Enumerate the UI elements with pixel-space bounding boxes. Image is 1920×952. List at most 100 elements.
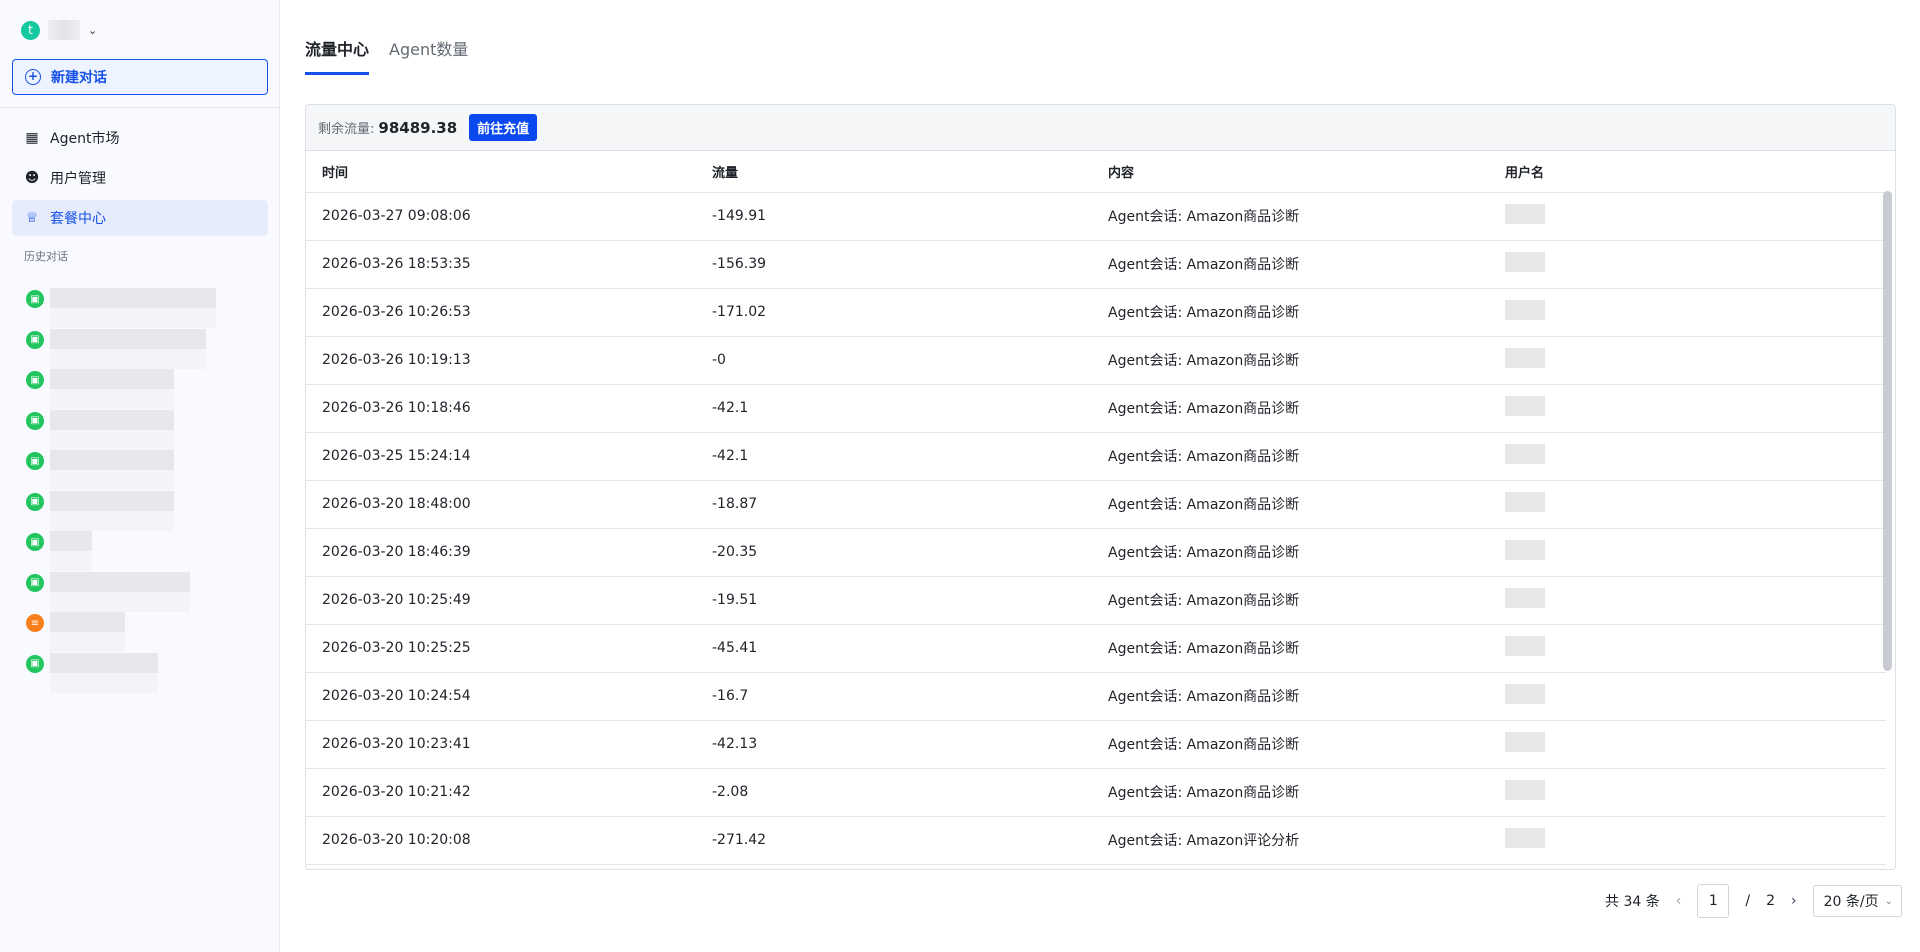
username-redacted	[1505, 396, 1545, 416]
cell-traffic: -42.1	[696, 384, 1092, 433]
cell-traffic: -16.7	[696, 672, 1092, 721]
history-item[interactable]: ▣	[26, 450, 174, 490]
history-title-redacted	[50, 409, 174, 450]
traffic-table: 时间 流量 内容 用户名 2026-03-27 09:08:06 -149.91 A…	[306, 151, 1886, 865]
username-redacted	[1505, 588, 1545, 608]
agent-box-icon: ▣	[26, 411, 44, 430]
history-item[interactable]: ▣	[26, 369, 174, 409]
avatar: t	[21, 20, 40, 40]
cell-username	[1489, 672, 1886, 721]
cell-time: 2026-03-20 10:21:42	[306, 768, 696, 817]
table-row: 2026-03-20 10:25:25 -45.41 Agent会话: Amazon…	[306, 624, 1886, 673]
new-chat-label: 新建对话	[51, 70, 107, 86]
column-header-content: 内容	[1092, 151, 1489, 193]
prev-page-button[interactable]: ‹	[1676, 893, 1682, 909]
cell-traffic: -18.87	[696, 480, 1092, 529]
table-row: 2026-03-25 15:24:14 -42.1 Agent会话: Amazon商…	[306, 432, 1886, 481]
page-size-select[interactable]: 20 条/页 ⌄	[1812, 885, 1902, 917]
cell-content: Agent会话: Amazon商品诊断	[1092, 288, 1489, 337]
sidebar-item-agent-market[interactable]: ▦ Agent市场	[12, 120, 268, 156]
cell-content: Agent会话: Amazon商品诊断	[1092, 432, 1489, 481]
history-item[interactable]: ▣	[26, 571, 190, 612]
table-row: 2026-03-26 18:53:35 -156.39 Agent会话: Amazo…	[306, 240, 1886, 289]
history-item[interactable]: ▣	[26, 288, 216, 328]
history-item[interactable]: ≡	[26, 612, 125, 652]
table-row: 2026-03-26 10:18:46 -42.1 Agent会话: Amazon商…	[306, 384, 1886, 433]
table-row: 2026-03-26 10:26:53 -171.02 Agent会话: Amazo…	[306, 288, 1886, 337]
agent-box-icon: ▣	[26, 330, 44, 349]
history-item[interactable]: ▣	[26, 328, 206, 369]
cell-time: 2026-03-20 10:23:41	[306, 720, 696, 769]
username-redacted	[1505, 828, 1545, 848]
tab-traffic-center[interactable]: 流量中心	[305, 36, 370, 75]
cell-username	[1489, 240, 1886, 289]
current-page-input[interactable]: 1	[1697, 884, 1730, 918]
cell-username	[1489, 384, 1886, 433]
cell-content: Agent会话: Amazon商品诊断	[1092, 528, 1489, 577]
history-item[interactable]: ▣	[26, 409, 174, 450]
cell-traffic: -45.41	[696, 624, 1092, 673]
table-row: 2026-03-20 10:24:54 -16.7 Agent会话: Amazon商…	[306, 672, 1886, 721]
cell-time: 2026-03-26 18:53:35	[306, 240, 696, 289]
history-title-redacted	[50, 288, 216, 328]
history-item[interactable]: ▣	[26, 531, 92, 571]
agent-box-icon: ▣	[26, 492, 44, 511]
sidebar-item-label: Agent市场	[50, 131, 120, 147]
username-redacted	[1505, 204, 1545, 224]
next-page-button[interactable]: ›	[1791, 893, 1797, 909]
tab-agent-count[interactable]: Agent数量	[389, 36, 468, 75]
cell-username	[1489, 432, 1886, 481]
sidebar-item-user-management[interactable]: ☻ 用户管理	[12, 160, 268, 196]
cell-traffic: -156.39	[696, 240, 1092, 289]
agent-box-icon: ▣	[26, 371, 44, 389]
history-item[interactable]: ▣	[26, 490, 174, 531]
total-count: 共 34 条	[1605, 894, 1660, 910]
table-row: 2026-03-20 10:21:42 -2.08 Agent会话: Amazon商…	[306, 768, 1886, 817]
recharge-button[interactable]: 前往充值	[469, 114, 538, 141]
user-switcher[interactable]: t ⌄	[21, 20, 97, 40]
cell-time: 2026-03-20 10:24:54	[306, 672, 696, 721]
history-title-redacted	[50, 612, 125, 652]
cell-time: 2026-03-20 10:25:49	[306, 576, 696, 625]
balance-label: 剩余流量:	[318, 122, 375, 137]
cell-time: 2026-03-25 15:24:14	[306, 432, 696, 481]
table-row: 2026-03-20 10:23:41 -42.13 Agent会话: Amazon…	[306, 720, 1886, 769]
cell-time: 2026-03-20 10:25:25	[306, 624, 696, 673]
balance-value: 98489.38	[378, 118, 458, 137]
cell-time: 2026-03-26 10:26:53	[306, 288, 696, 337]
balance-bar: 剩余流量: 98489.38 前往充值	[306, 105, 1895, 151]
cell-username	[1489, 288, 1886, 337]
username-redacted	[1505, 540, 1545, 560]
history-item[interactable]: ▣	[26, 652, 158, 693]
cell-traffic: -0	[696, 336, 1092, 385]
scrollbar[interactable]	[1883, 191, 1892, 671]
cell-content: Agent会话: Amazon商品诊断	[1092, 480, 1489, 529]
sidebar-item-label: 套餐中心	[50, 211, 106, 227]
cell-username	[1489, 480, 1886, 529]
crown-icon: ♕	[25, 210, 39, 226]
sidebar-item-label: 用户管理	[50, 171, 106, 187]
apps-icon: ▦	[25, 130, 39, 146]
cell-content: Agent会话: Amazon商品诊断	[1092, 336, 1489, 385]
cell-content: Agent会话: Amazon商品诊断	[1092, 192, 1489, 241]
page-separator: /	[1745, 893, 1751, 909]
pagination: 共 34 条 ‹ 1 / 2 › 20 条/页 ⌄	[1605, 884, 1902, 918]
agent-box-icon: ▣	[26, 452, 44, 470]
cell-username	[1489, 768, 1886, 817]
agent-box-icon: ▣	[26, 573, 44, 592]
cell-traffic: -171.02	[696, 288, 1092, 337]
cell-time: 2026-03-26 10:18:46	[306, 384, 696, 433]
cell-traffic: -19.51	[696, 576, 1092, 625]
new-chat-button[interactable]: + 新建对话	[12, 59, 268, 95]
cell-content: Agent会话: Amazon商品诊断	[1092, 624, 1489, 673]
total-pages: 2	[1766, 893, 1776, 909]
cell-traffic: -2.08	[696, 768, 1092, 817]
cell-username	[1489, 576, 1886, 625]
traffic-panel: 剩余流量: 98489.38 前往充值 时间 流量 内容 用户名 2026-03…	[305, 104, 1896, 870]
chevron-down-icon: ⌄	[88, 23, 98, 37]
cell-time: 2026-03-20 18:46:39	[306, 528, 696, 577]
page-size-value: 20 条/页	[1823, 894, 1879, 910]
sidebar-item-plan-center[interactable]: ♕ 套餐中心	[12, 200, 268, 236]
column-header-time: 时间	[306, 151, 696, 193]
cell-time: 2026-03-27 09:08:06	[306, 192, 696, 241]
